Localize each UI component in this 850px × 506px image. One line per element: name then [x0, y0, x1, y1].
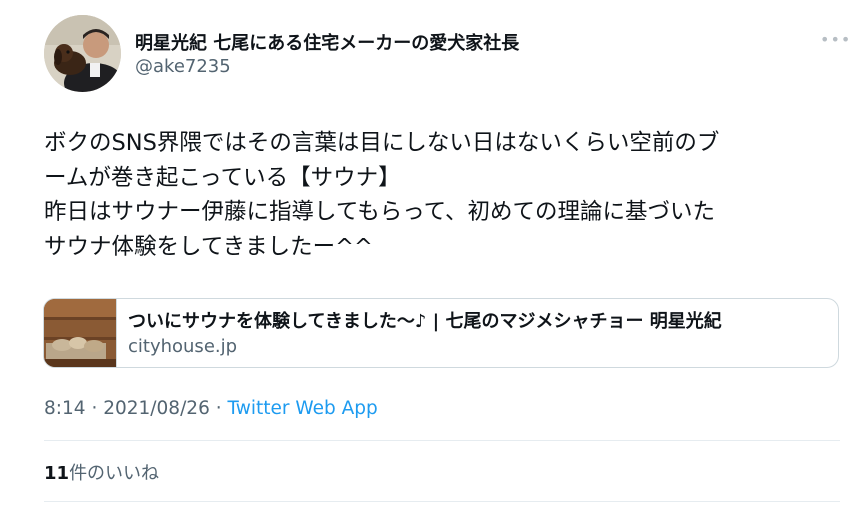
- meta-separator: ·: [91, 398, 98, 419]
- meta-separator: ·: [215, 398, 222, 419]
- likes-count-link[interactable]: 11件のいいね: [44, 459, 159, 485]
- link-card-domain: cityhouse.jp: [128, 336, 238, 357]
- avatar-photo: [44, 15, 121, 92]
- divider: [44, 501, 840, 502]
- link-preview-card[interactable]: ついにサウナを体験してきました～♪ | 七尾のマジメシャチョー 明星光紀 cit…: [43, 298, 839, 368]
- divider: [44, 440, 840, 441]
- tweet-line: 昨日はサウナー伊藤に指導してもらって、初めての理論に基づいた: [44, 199, 715, 225]
- tweet-date[interactable]: 2021/08/26: [103, 398, 210, 419]
- tweet-line: ームが巻き起こっている【サウナ】: [44, 164, 401, 191]
- author-handle[interactable]: @ake7235: [135, 56, 231, 77]
- tweet-text: ボクのSNS界隈ではその言葉は目にしない日はないくらい空前のブ ームが巻き起こっ…: [44, 126, 834, 264]
- link-card-thumbnail: [44, 299, 117, 367]
- likes-label: 件のいいね: [69, 463, 160, 484]
- tweet-time[interactable]: 8:14: [44, 398, 86, 419]
- more-options-button[interactable]: •••: [820, 30, 850, 50]
- tweet-metadata: 8:14 · 2021/08/26 · Twitter Web App: [44, 398, 378, 419]
- tweet-line: サウナ体験をしてきましたー^^: [44, 233, 373, 260]
- link-card-title: ついにサウナを体験してきました～♪ | 七尾のマジメシャチョー 明星光紀: [128, 311, 722, 332]
- sauna-thumbnail-image: [44, 299, 116, 367]
- tweet-line: ボクのSNS界隈ではその言葉は目にしない日はないくらい空前のブ: [44, 130, 720, 156]
- author-display-name[interactable]: 明星光紀 七尾にある住宅メーカーの愛犬家社長: [135, 29, 519, 55]
- more-horizontal-icon: •••: [820, 30, 850, 49]
- tweet-source-link[interactable]: Twitter Web App: [228, 398, 378, 419]
- likes-count: 11: [44, 463, 70, 484]
- author-avatar[interactable]: [44, 15, 121, 92]
